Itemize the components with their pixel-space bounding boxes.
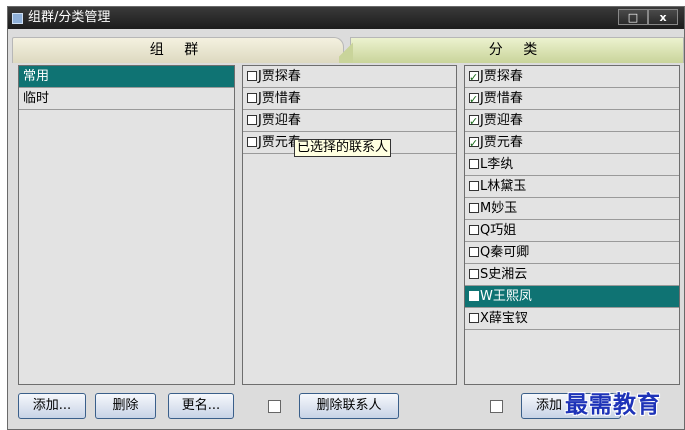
member-item[interactable]: J贾探春 — [243, 66, 456, 88]
tab-categories[interactable]: 分 类 — [339, 37, 684, 63]
title-bar[interactable]: 组群/分类管理 □ x — [8, 7, 684, 29]
member-checkbox[interactable] — [247, 137, 257, 147]
contact-label: J贾惜春 — [480, 91, 523, 106]
contact-checkbox[interactable] — [469, 67, 479, 88]
contact-item[interactable]: M妙玉 — [465, 198, 679, 220]
member-label: J贾惜春 — [258, 91, 301, 106]
group-list: 常用 临时 — [18, 65, 235, 385]
contact-checkbox[interactable] — [469, 181, 479, 191]
group-category-dialog: 组群/分类管理 □ x 组 群 分 类 常用 临时 J贾探春 J贾惜春 J贾迎春… — [7, 6, 685, 430]
contact-label: S史湘云 — [480, 267, 528, 282]
select-all-members-checkbox[interactable] — [268, 400, 281, 413]
contact-checkbox[interactable] — [469, 247, 479, 257]
tab-groups[interactable]: 组 群 — [12, 37, 344, 63]
group-item-label: 临时 — [23, 91, 50, 106]
restore-button[interactable]: □ — [618, 9, 648, 25]
contact-item-selected[interactable]: W王熙凤 — [465, 286, 679, 308]
group-member-list: J贾探春 J贾惜春 J贾迎春 J贾元春 — [242, 65, 457, 385]
contact-checkbox[interactable] — [469, 89, 479, 110]
member-item[interactable]: J贾迎春 — [243, 110, 456, 132]
watermark-logo: 最需教育 — [565, 391, 661, 418]
contact-checkbox[interactable] — [469, 291, 479, 301]
contact-label: L林黛玉 — [480, 179, 527, 194]
group-item-linshi[interactable]: 临时 — [19, 88, 234, 110]
contact-item[interactable]: S史湘云 — [465, 264, 679, 286]
contact-label: M妙玉 — [480, 201, 518, 216]
contact-item[interactable]: J贾探春 — [465, 66, 679, 88]
contact-item[interactable]: Q秦可卿 — [465, 242, 679, 264]
contact-label: J贾元春 — [480, 135, 523, 150]
rename-group-button[interactable]: 更名... — [168, 393, 234, 419]
selected-contacts-tooltip: 已选择的联系人 — [294, 139, 392, 157]
group-item-label: 常用 — [23, 69, 50, 84]
member-checkbox[interactable] — [247, 71, 257, 81]
contact-label: Q巧姐 — [480, 223, 517, 238]
member-label: J贾探春 — [258, 69, 301, 84]
contact-checkbox[interactable] — [469, 111, 479, 132]
contact-checkbox[interactable] — [469, 203, 479, 213]
contact-checkbox[interactable] — [469, 269, 479, 279]
contact-label: J贾迎春 — [480, 113, 523, 128]
contact-item[interactable]: X薛宝钗 — [465, 308, 679, 330]
delete-group-button[interactable]: 删除 — [95, 393, 156, 419]
contact-item[interactable]: J贾惜春 — [465, 88, 679, 110]
contact-checkbox[interactable] — [469, 313, 479, 323]
contact-item[interactable]: L林黛玉 — [465, 176, 679, 198]
member-item[interactable]: J贾惜春 — [243, 88, 456, 110]
group-item-changyong[interactable]: 常用 — [19, 66, 234, 88]
contact-label: L李纨 — [480, 157, 514, 172]
contact-label: W王熙凤 — [480, 289, 532, 304]
contact-label: J贾探春 — [480, 69, 523, 84]
app-icon — [12, 13, 23, 24]
add-group-button[interactable]: 添加... — [18, 393, 86, 419]
close-button[interactable]: x — [648, 9, 678, 25]
contact-checkbox[interactable] — [469, 133, 479, 154]
member-label: J贾迎春 — [258, 113, 301, 128]
contact-label: X薛宝钗 — [480, 311, 528, 326]
contact-item[interactable]: L李纨 — [465, 154, 679, 176]
select-all-contacts-checkbox[interactable] — [490, 400, 503, 413]
contact-item[interactable]: Q巧姐 — [465, 220, 679, 242]
contact-checkbox[interactable] — [469, 159, 479, 169]
contact-list: J贾探春 J贾惜春 J贾迎春 J贾元春 L李纨 L林黛玉 M妙玉 Q巧姐 Q秦可… — [464, 65, 680, 385]
contact-label: Q秦可卿 — [480, 245, 530, 260]
remove-contact-button[interactable]: 删除联系人 — [299, 393, 399, 419]
tab-row: 组 群 分 类 — [8, 29, 684, 65]
member-checkbox[interactable] — [247, 93, 257, 103]
member-checkbox[interactable] — [247, 115, 257, 125]
window-title: 组群/分类管理 — [28, 10, 111, 25]
contact-checkbox[interactable] — [469, 225, 479, 235]
contact-item[interactable]: J贾元春 — [465, 132, 679, 154]
contact-item[interactable]: J贾迎春 — [465, 110, 679, 132]
